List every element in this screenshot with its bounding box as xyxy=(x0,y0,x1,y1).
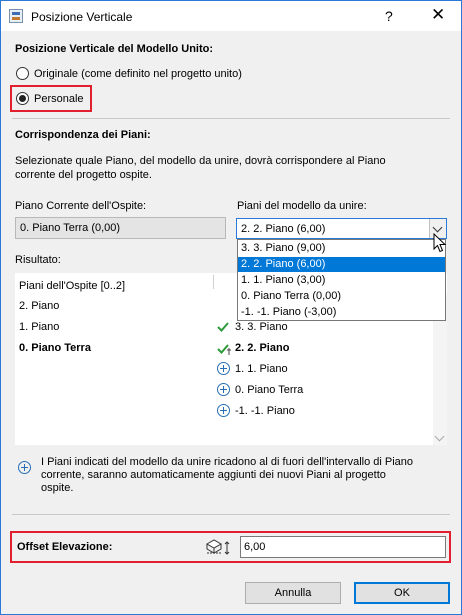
info-line-3: ospite. xyxy=(41,482,74,494)
host-stories-header: Piani dell'Ospite [0..2] xyxy=(19,280,126,292)
story-mapping-heading: Corrispondenza dei Piani: xyxy=(15,129,151,141)
story-mapping-description-2: corrente del progetto ospite. xyxy=(15,169,152,181)
host-row-current: 0. Piano Terra xyxy=(19,342,91,354)
host-row: 2. Piano xyxy=(19,300,60,312)
host-row: 1. Piano xyxy=(19,321,60,333)
option-item[interactable]: -1. -1. Piano (-3,00) xyxy=(238,305,445,320)
cancel-button[interactable]: Annulla xyxy=(245,582,341,604)
dialog-window: Posizione Verticale ? ✕ Posizione Vertic… xyxy=(0,0,462,615)
option-item-selected[interactable]: 2. 2. Piano (6,00) xyxy=(238,257,445,272)
merge-story-dropdown[interactable]: 2. 2. Piano (6,00) xyxy=(236,218,447,239)
radio-original-label[interactable]: Originale (come definito nel progetto un… xyxy=(34,68,242,80)
offset-elevation-input[interactable]: 6,00 xyxy=(240,536,446,558)
offset-elevation-label: Offset Elevazione: xyxy=(17,541,113,553)
story-mapping-description-1: Selezionate quale Piano, del modello da … xyxy=(15,155,386,167)
info-line-1: I Piani indicati del modello da unire ri… xyxy=(41,456,414,468)
plus-circle-icon xyxy=(217,404,230,417)
check-icon xyxy=(217,322,229,332)
merge-row-anchor: 2. 2. Piano xyxy=(235,342,290,354)
merge-story-selected: 2. 2. Piano (6,00) xyxy=(241,223,326,235)
option-item[interactable]: 3. 3. Piano (9,00) xyxy=(238,241,445,256)
host-story-value: 0. Piano Terra (0,00) xyxy=(20,222,121,234)
check-anchor-icon xyxy=(217,344,231,355)
plus-circle-icon xyxy=(18,461,31,474)
result-label: Risultato: xyxy=(15,254,61,266)
offset-elevation-value: 6,00 xyxy=(244,541,266,553)
column-divider xyxy=(213,275,214,289)
radio-original[interactable] xyxy=(16,67,29,80)
section-divider xyxy=(12,514,450,515)
app-icon xyxy=(9,9,23,23)
scroll-down-arrow-icon[interactable] xyxy=(434,431,445,442)
merge-row: -1. -1. Piano xyxy=(235,405,295,417)
merge-story-options-list[interactable]: 3. 3. Piano (9,00) 2. 2. Piano (6,00) 1.… xyxy=(237,239,446,321)
mouse-cursor-icon xyxy=(433,233,447,253)
option-item[interactable]: 1. 1. Piano (3,00) xyxy=(238,273,445,288)
merge-row: 0. Piano Terra xyxy=(235,384,304,396)
host-story-label: Piano Corrente dell'Ospite: xyxy=(15,200,147,212)
help-button[interactable]: ? xyxy=(385,8,393,24)
option-item[interactable]: 0. Piano Terra (0,00) xyxy=(238,289,445,304)
ok-button[interactable]: OK xyxy=(354,582,450,604)
radio-custom-label[interactable]: Personale xyxy=(34,93,84,105)
merge-row: 1. 1. Piano xyxy=(235,363,288,375)
window-title: Posizione Verticale xyxy=(31,10,133,24)
info-line-2: corrente, saranno automaticamente aggiun… xyxy=(41,469,386,481)
radio-custom[interactable] xyxy=(16,92,29,105)
info-message: I Piani indicati del modello da unire ri… xyxy=(41,456,451,495)
vertical-position-heading: Posizione Verticale del Modello Unito: xyxy=(15,43,214,55)
merge-story-label: Piani del modello da unire: xyxy=(237,200,367,212)
section-divider xyxy=(12,118,450,119)
title-bar: Posizione Verticale ? ✕ xyxy=(1,1,461,31)
plus-circle-icon xyxy=(217,383,230,396)
close-button[interactable]: ✕ xyxy=(431,5,445,25)
merge-row: 3. 3. Piano xyxy=(235,321,288,333)
plus-circle-icon xyxy=(217,362,230,375)
host-story-field: 0. Piano Terra (0,00) xyxy=(15,217,226,239)
elevation-offset-icon xyxy=(205,539,230,555)
